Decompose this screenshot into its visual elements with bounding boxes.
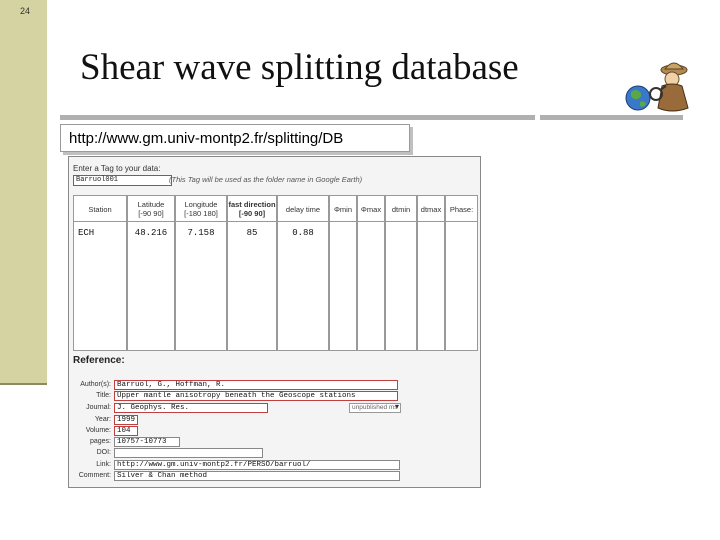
database-url: http://www.gm.univ-montp2.fr/splitting/D… xyxy=(69,130,344,147)
reference-heading: Reference: xyxy=(73,355,125,366)
title-label: Title: xyxy=(96,392,111,399)
header-phi-max: Φmax xyxy=(357,195,385,223)
phi-max-cell[interactable] xyxy=(357,221,385,351)
header-dt-max-label: dtmax xyxy=(420,204,442,214)
title-divider xyxy=(60,115,535,120)
comment-label: Comment: xyxy=(78,472,111,479)
link-field[interactable]: http://www.gm.univ-montp2.fr/PERSO/barru… xyxy=(114,460,400,470)
header-delay-time: delay time xyxy=(277,195,329,223)
fast-direction-cell[interactable]: 85 xyxy=(227,221,277,351)
fast-direction-value: 85 xyxy=(246,228,258,238)
sidebar-rule xyxy=(0,383,47,385)
header-longitude-label: Longitude xyxy=(184,200,218,209)
header-station: Station xyxy=(73,195,127,223)
header-latitude-range: [-90 90] xyxy=(138,209,164,218)
doi-label: DOI: xyxy=(96,449,111,456)
year-label: Year: xyxy=(94,416,111,423)
header-phase: Phase: xyxy=(445,195,478,223)
header-latitude-label: Latitude xyxy=(137,200,165,209)
volume-field[interactable]: 104 xyxy=(114,426,138,436)
header-fast-direction: fast direction [-90 90] xyxy=(227,195,277,223)
header-latitude: Latitude [-90 90] xyxy=(127,195,175,223)
dt-min-cell[interactable] xyxy=(385,221,417,351)
phase-cell[interactable] xyxy=(445,221,478,351)
slide-number: 24 xyxy=(20,6,31,16)
header-delay-time-label: delay time xyxy=(285,204,321,214)
header-dt-max: dtmax xyxy=(417,195,445,223)
longitude-cell[interactable]: 7.158 xyxy=(175,221,227,351)
header-phi-min: Φmin xyxy=(329,195,357,223)
header-dt-min-label: dtmin xyxy=(391,204,411,214)
delay-time-value: 0.88 xyxy=(292,228,314,238)
header-phi-min-label: Φmin xyxy=(333,204,353,214)
doi-field[interactable] xyxy=(114,448,263,458)
latitude-value: 48.216 xyxy=(134,228,168,238)
dt-max-cell[interactable] xyxy=(417,221,445,351)
journal-select[interactable]: unpublished ms xyxy=(349,403,401,413)
comment-field[interactable]: Silver & Chan method xyxy=(114,471,400,481)
tag-label: Enter a Tag to your data: xyxy=(73,164,161,173)
tag-note: (This Tag will be used as the folder nam… xyxy=(169,175,363,184)
longitude-value: 7.158 xyxy=(187,228,215,238)
header-phi-max-label: Φmax xyxy=(360,204,382,214)
header-dt-min: dtmin xyxy=(385,195,417,223)
station-cell[interactable]: ECH xyxy=(73,221,127,351)
link-label: Link: xyxy=(96,461,111,468)
header-longitude: Longitude [-180 180] xyxy=(175,195,227,223)
globe-detective-icon xyxy=(622,56,692,116)
journal-field[interactable]: J. Geophys. Res. xyxy=(114,403,268,413)
station-value: ECH xyxy=(78,228,95,238)
title-field[interactable]: Upper mantle anisotropy beneath the Geos… xyxy=(114,391,398,401)
header-phase-label: Phase: xyxy=(449,204,474,214)
pages-field[interactable]: 10757-10773 xyxy=(114,437,180,447)
header-fast-direction-label: fast direction xyxy=(228,200,276,209)
url-box: http://www.gm.univ-montp2.fr/splitting/D… xyxy=(60,124,410,152)
tag-input[interactable]: Barruol001 xyxy=(73,175,172,186)
volume-label: Volume: xyxy=(85,427,111,434)
sidebar-strip xyxy=(0,0,47,383)
authors-label: Author(s): xyxy=(80,381,111,388)
header-fast-direction-range: [-90 90] xyxy=(238,209,266,218)
header-longitude-range: [-180 180] xyxy=(184,209,218,218)
delay-time-cell[interactable]: 0.88 xyxy=(277,221,329,351)
year-field[interactable]: 1999 xyxy=(114,415,138,425)
journal-label: Journal: xyxy=(86,404,111,411)
latitude-cell[interactable]: 48.216 xyxy=(127,221,175,351)
pages-label: pages: xyxy=(89,438,111,445)
slide-title: Shear wave splitting database xyxy=(80,47,519,88)
authors-field[interactable]: Barruol, G., Hoffman, R. xyxy=(114,380,398,390)
phi-min-cell[interactable] xyxy=(329,221,357,351)
splitting-form-screenshot: Enter a Tag to your data: Barruol001 (Th… xyxy=(68,156,481,488)
header-station-label: Station xyxy=(88,204,112,214)
